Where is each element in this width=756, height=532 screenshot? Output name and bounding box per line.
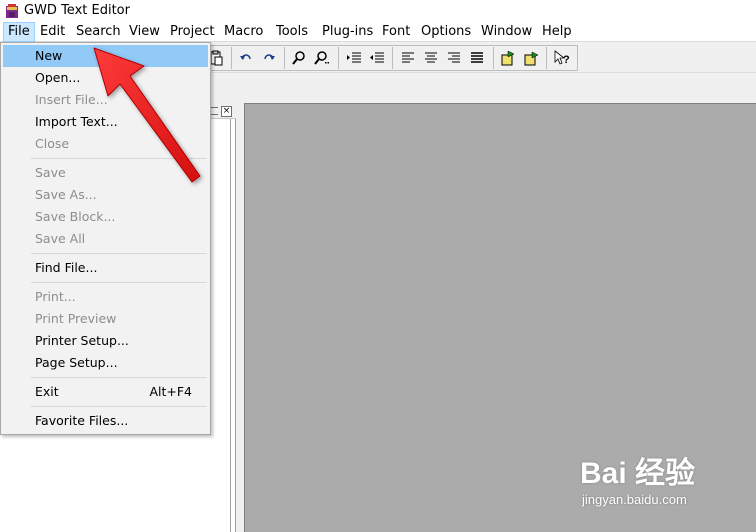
justify-icon[interactable] — [467, 48, 487, 68]
red-arrow-annotation — [93, 47, 201, 183]
menu-tools[interactable]: Tools — [276, 22, 308, 42]
menu-item-printer-setup[interactable]: Printer Setup... — [3, 330, 208, 352]
menu-item-print-preview: Print Preview — [35, 311, 117, 326]
menu-item-print: Print... — [35, 289, 76, 304]
toolbar-separator — [546, 47, 547, 69]
menu-macro[interactable]: Macro — [224, 22, 263, 42]
baidu-watermark: Bai 经验 jingyan.baidu.com — [580, 448, 750, 528]
redo-icon[interactable] — [259, 48, 279, 68]
menu-search[interactable]: Search — [76, 22, 121, 42]
menu-view[interactable]: View — [129, 22, 160, 42]
find-icon[interactable] — [289, 48, 309, 68]
menu-separator — [31, 253, 207, 254]
menu-separator — [31, 406, 207, 407]
window-title: GWD Text Editor — [24, 3, 130, 18]
menu-file[interactable]: File — [3, 22, 35, 42]
menu-item-exit[interactable]: Exit Alt+F4 — [3, 381, 208, 403]
align-center-icon[interactable] — [421, 48, 441, 68]
toolbar-separator — [338, 47, 339, 69]
menu-separator — [31, 282, 207, 283]
menu-options[interactable]: Options — [421, 22, 471, 42]
app-book-icon — [6, 4, 18, 18]
menu-bar: File Edit Search View Project Macro Tool… — [0, 22, 756, 42]
menu-project[interactable]: Project — [170, 22, 214, 42]
menu-item-page-setup[interactable]: Page Setup... — [3, 352, 208, 374]
menu-font[interactable]: Font — [382, 22, 410, 42]
toolbar-separator — [231, 47, 232, 69]
menu-item-save-block: Save Block... — [35, 209, 116, 224]
toolbar-separator — [392, 47, 393, 69]
macro-record-icon[interactable] — [498, 48, 518, 68]
macro-play-icon[interactable] — [521, 48, 541, 68]
menu-help[interactable]: Help — [542, 22, 572, 42]
menu-item-find-file[interactable]: Find File... — [3, 257, 208, 279]
watermark-url: jingyan.baidu.com — [582, 492, 687, 507]
menu-separator — [31, 377, 207, 378]
find-next-icon[interactable] — [312, 48, 332, 68]
svg-text:?: ? — [563, 54, 570, 66]
outdent-icon[interactable] — [367, 48, 387, 68]
menu-item-save-all: Save All — [35, 231, 86, 246]
menu-item-exit-label: Exit — [35, 384, 59, 399]
menu-item-favorite-files[interactable]: Favorite Files... — [3, 410, 208, 432]
context-help-icon[interactable]: ? — [552, 48, 572, 68]
title-bar: GWD Text Editor — [0, 0, 756, 22]
menu-plugins[interactable]: Plug-ins — [322, 22, 373, 42]
pane-scroll-edge — [230, 119, 232, 532]
align-left-icon[interactable] — [398, 48, 418, 68]
menu-window[interactable]: Window — [481, 22, 532, 42]
menu-item-exit-shortcut: Alt+F4 — [149, 384, 192, 399]
watermark-logo: Bai 经验 — [580, 457, 696, 490]
toolbar-separator — [284, 47, 285, 69]
toolbar-separator — [493, 47, 494, 69]
menu-edit[interactable]: Edit — [40, 22, 65, 42]
indent-icon[interactable] — [344, 48, 364, 68]
undo-icon[interactable] — [236, 48, 256, 68]
pane-close-icon[interactable]: × — [221, 106, 232, 117]
align-right-icon[interactable] — [444, 48, 464, 68]
